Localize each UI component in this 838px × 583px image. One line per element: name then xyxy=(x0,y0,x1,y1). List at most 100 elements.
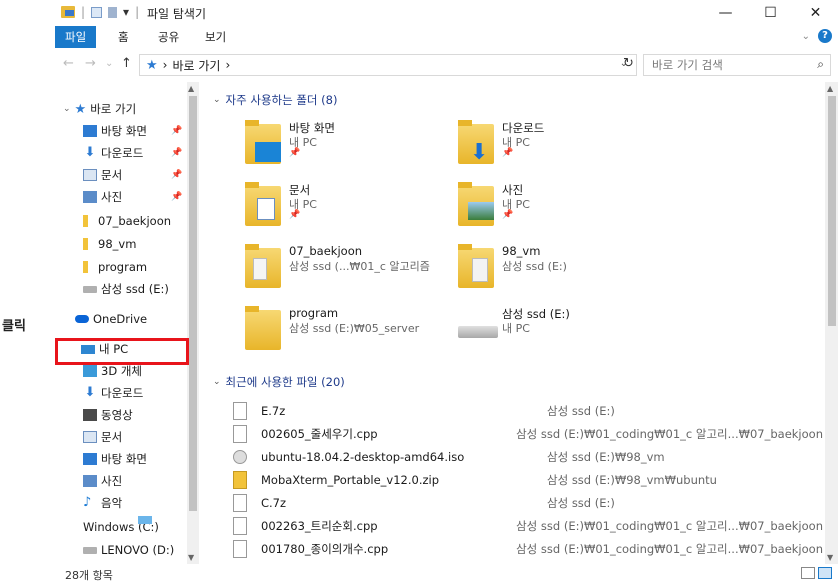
tab-home[interactable]: 홈 xyxy=(108,26,139,48)
cloud-icon xyxy=(75,315,89,323)
file-name: MobaXterm_Portable_v12.0.zip xyxy=(261,473,440,487)
details-view-icon[interactable] xyxy=(801,567,815,579)
folder-tile-program[interactable]: program 삼성 ssd (E:)₩05_server xyxy=(245,306,445,356)
tab-file[interactable]: 파일 xyxy=(55,26,97,48)
video-icon xyxy=(83,409,97,421)
recent-file-row[interactable]: 001780_종이의개수.cpp 삼성 ssd (E:)₩01_coding₩0… xyxy=(233,538,823,560)
qa-separator-2: | xyxy=(135,5,140,19)
nav-desktop-pinned[interactable]: 바탕 화면 xyxy=(83,120,147,142)
ribbon-right-controls: ⌄ ? xyxy=(802,29,832,43)
recent-file-row[interactable]: C.7z 삼성 ssd (E:) xyxy=(233,492,823,514)
folder-tile-desktop[interactable]: 바탕 화면 내 PC 📌 xyxy=(245,120,445,170)
help-icon[interactable]: ? xyxy=(818,29,832,43)
nav-samsung-ssd[interactable]: 삼성 ssd (E:) xyxy=(83,278,169,300)
recent-file-row[interactable]: 002605_줄세우기.cpp 삼성 ssd (E:)₩01_coding₩01… xyxy=(233,423,823,445)
status-bar: 28개 항목 xyxy=(55,564,838,583)
nav-98-vm[interactable]: 98_vm xyxy=(83,233,136,255)
new-folder-icon[interactable] xyxy=(108,6,118,18)
nav-label: 다운로드 xyxy=(101,146,144,160)
collapse-icon[interactable]: ⌄ xyxy=(213,377,221,387)
nav-onedrive[interactable]: OneDrive xyxy=(75,308,147,330)
nav-label: 문서 xyxy=(101,430,123,444)
nav-scrollbar[interactable]: ▲ ▼ xyxy=(187,82,199,564)
recent-file-row[interactable]: MobaXterm_Portable_v12.0.zip 삼성 ssd (E:)… xyxy=(233,469,823,491)
maximize-button[interactable]: ☐ xyxy=(748,0,793,26)
document-icon xyxy=(83,169,97,181)
close-button[interactable]: ✕ xyxy=(793,0,838,26)
folder-tile-documents[interactable]: 문서 내 PC 📌 xyxy=(245,182,445,232)
folder-icon: ⬇ xyxy=(458,120,494,165)
recent-files-header[interactable]: ⌄ 최근에 사용한 파일 (20) xyxy=(213,374,345,390)
collapse-icon[interactable]: ⌄ xyxy=(213,95,221,105)
click-annotation-label: 클릭 xyxy=(2,319,26,334)
nav-desktop[interactable]: 바탕 화면 xyxy=(83,448,147,470)
nav-label: 3D 개체 xyxy=(101,364,142,378)
address-bar[interactable]: ★ › 바로 가기 › ⌄ xyxy=(139,54,637,76)
drive-icon xyxy=(458,326,498,338)
tab-view[interactable]: 보기 xyxy=(195,26,236,48)
nav-downloads-pinned[interactable]: ⬇ 다운로드 xyxy=(83,142,144,164)
recent-file-row[interactable]: 002263_트리순회.cpp 삼성 ssd (E:)₩01_coding₩01… xyxy=(233,515,823,537)
tile-location: 삼성 ssd (E:)₩05_server xyxy=(289,322,420,335)
folder-icon xyxy=(83,215,88,227)
nav-quick-access[interactable]: ⌄ ★ 바로 가기 xyxy=(63,98,136,120)
recent-file-row[interactable]: E.7z 삼성 ssd (E:) xyxy=(233,400,823,422)
tab-share[interactable]: 공유 xyxy=(148,26,189,48)
search-icon[interactable]: ⌕ xyxy=(817,57,824,72)
nav-label: 문서 xyxy=(101,168,123,182)
nav-label: 사진 xyxy=(101,190,123,204)
nav-label: LENOVO (D:) xyxy=(101,543,175,557)
forward-button[interactable]: → xyxy=(85,56,96,71)
nav-label: 바로 가기 xyxy=(90,102,137,116)
scroll-up-icon[interactable]: ▲ xyxy=(188,84,194,93)
nav-documents[interactable]: 문서 xyxy=(83,426,122,448)
nav-expand-icon[interactable]: ⌄ xyxy=(63,104,71,114)
scroll-down-icon[interactable]: ▼ xyxy=(827,553,833,562)
large-icons-view-icon[interactable] xyxy=(818,567,832,579)
file-location: 삼성 ssd (E:)₩01_coding₩01_c 알고리...₩07_bae… xyxy=(516,519,823,533)
nav-07-baekjoon[interactable]: 07_baekjoon xyxy=(83,210,171,232)
nav-program[interactable]: program xyxy=(83,256,147,278)
qa-dropdown-icon[interactable]: ▾ xyxy=(123,5,129,19)
file-icon xyxy=(233,494,247,512)
nav-videos[interactable]: 동영상 xyxy=(83,404,133,426)
nav-music[interactable]: ♪ 음악 xyxy=(83,492,122,514)
content-scrollbar[interactable]: ▲ ▼ xyxy=(825,82,838,564)
recent-file-row[interactable]: ubuntu-18.04.2-desktop-amd64.iso 삼성 ssd … xyxy=(233,446,823,468)
file-location: 삼성 ssd (E:) xyxy=(547,496,615,510)
address-path[interactable]: 바로 가기 xyxy=(172,57,220,74)
folder-tile-98-vm[interactable]: 98_vm 삼성 ssd (E:) xyxy=(458,244,658,294)
picture-icon xyxy=(83,191,97,203)
nav-downloads[interactable]: ⬇ 다운로드 xyxy=(83,382,144,404)
search-input[interactable]: 바로 가기 검색 ⌕ xyxy=(643,54,831,76)
refresh-button[interactable]: ↻ xyxy=(623,56,634,71)
scroll-up-icon[interactable]: ▲ xyxy=(827,84,833,93)
nav-pictures-pinned[interactable]: 사진 xyxy=(83,186,122,208)
nav-scroll-thumb[interactable] xyxy=(189,96,197,511)
explorer-icon xyxy=(61,6,75,18)
file-name: C.7z xyxy=(261,496,287,510)
properties-icon[interactable] xyxy=(91,6,103,18)
nav-lenovo-d[interactable]: LENOVO (D:) xyxy=(83,539,174,561)
pin-icon: 📌 xyxy=(171,170,183,180)
nav-documents-pinned[interactable]: 문서 xyxy=(83,164,122,186)
back-button[interactable]: ← xyxy=(63,56,74,71)
scroll-down-icon[interactable]: ▼ xyxy=(188,553,194,562)
file-location: 삼성 ssd (E:)₩98_vm xyxy=(547,450,665,464)
up-button[interactable]: ↑ xyxy=(121,56,132,71)
tile-name: 07_baekjoon xyxy=(289,244,363,258)
nav-pictures[interactable]: 사진 xyxy=(83,470,122,492)
drive-tile-samsung-ssd[interactable]: 삼성 ssd (E:) 내 PC xyxy=(458,306,658,356)
folder-tile-pictures[interactable]: 사진 내 PC 📌 xyxy=(458,182,658,232)
minimize-button[interactable]: — xyxy=(703,0,748,26)
folder-tile-downloads[interactable]: ⬇ 다운로드 내 PC 📌 xyxy=(458,120,658,170)
pin-icon: 📌 xyxy=(171,192,183,202)
ribbon-expand-icon[interactable]: ⌄ xyxy=(802,31,810,42)
content-scroll-thumb[interactable] xyxy=(828,96,836,326)
frequent-folders-header[interactable]: ⌄ 자주 사용하는 폴더 (8) xyxy=(213,92,337,108)
nav-label: 삼성 ssd (E:) xyxy=(101,282,169,296)
folder-tile-07-baekjoon[interactable]: 07_baekjoon 삼성 ssd (...₩01_c 알고리즘 xyxy=(245,244,445,294)
nav-windows-c[interactable]: Windows (C:) xyxy=(83,516,159,538)
recent-locations-button[interactable]: ⌄ xyxy=(105,58,113,69)
nav-label: 바탕 화면 xyxy=(101,452,147,466)
